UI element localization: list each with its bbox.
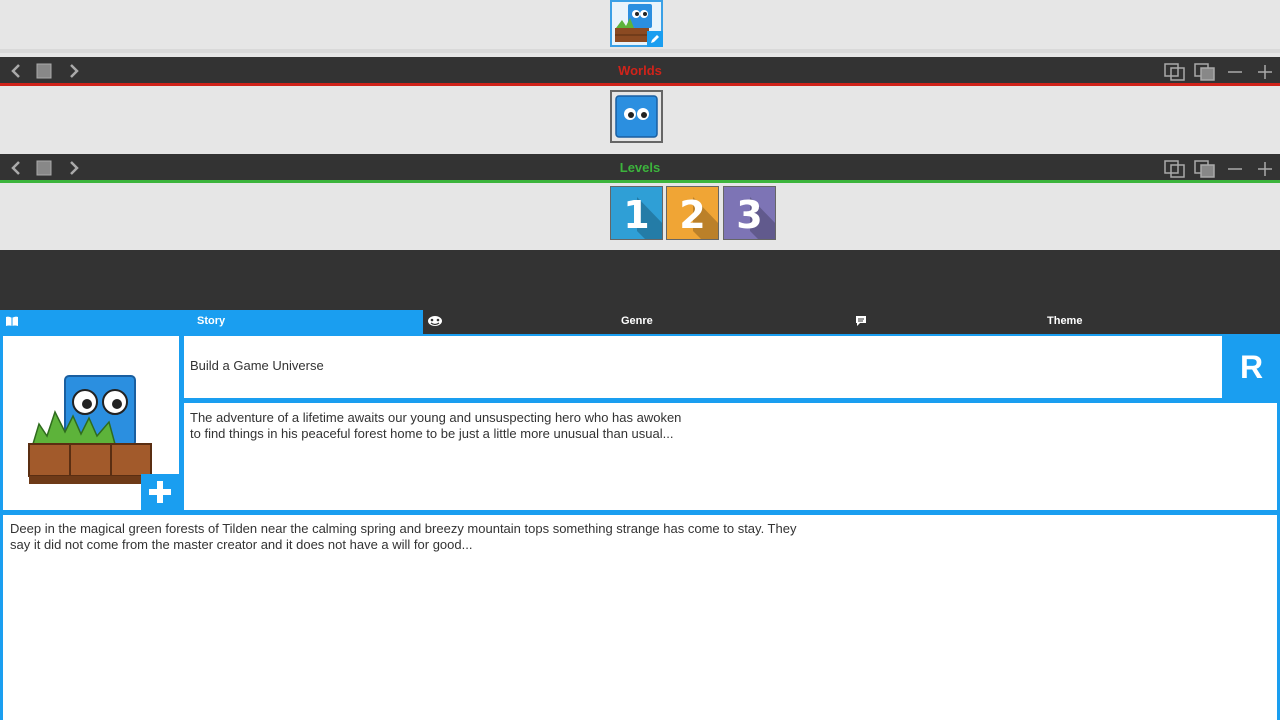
- copy-level-button[interactable]: [1164, 160, 1186, 178]
- tab-theme[interactable]: Theme: [853, 310, 1280, 334]
- canvas-area: [0, 250, 1280, 310]
- add-level-button[interactable]: [1254, 160, 1276, 178]
- story-summary-field[interactable]: The adventure of a lifetime awaits our y…: [184, 403, 1277, 510]
- duplicate-icon: [1194, 160, 1215, 178]
- plus-icon: [149, 481, 171, 503]
- duplicate-world-button[interactable]: [1194, 63, 1216, 81]
- randomize-button[interactable]: R: [1223, 336, 1280, 398]
- plus-icon: [1258, 65, 1272, 79]
- universe-strip: [0, 0, 1280, 57]
- worlds-strip: [0, 86, 1280, 154]
- speech-bubble-icon: [856, 316, 866, 326]
- level-1-label: 1: [623, 193, 650, 237]
- worlds-title: Worlds: [618, 63, 662, 78]
- hero-face-icon: [615, 95, 658, 138]
- book-icon: [6, 316, 18, 326]
- universe-thumbnail[interactable]: [610, 0, 663, 47]
- duplicate-icon: [1194, 63, 1215, 81]
- add-image-button[interactable]: [141, 474, 179, 510]
- levels-title: Levels: [619, 160, 661, 175]
- minus-icon: [1228, 168, 1242, 170]
- copy-icon: [1164, 160, 1185, 178]
- minus-icon: [1228, 71, 1242, 73]
- remove-world-button[interactable]: [1224, 63, 1246, 81]
- edit-icon[interactable]: [647, 31, 663, 47]
- level-2-label: 2: [679, 193, 706, 237]
- story-body-field[interactable]: Deep in the magical green forests of Til…: [3, 515, 1277, 720]
- levels-toolbar: Levels: [0, 154, 1280, 183]
- duplicate-level-button[interactable]: [1194, 160, 1216, 178]
- tab-story[interactable]: Story: [0, 310, 423, 334]
- story-editor: Build a Game Universe R The adventure of…: [0, 334, 1280, 720]
- hero-illustration: [28, 375, 152, 484]
- tab-story-label: Story: [197, 315, 226, 327]
- add-world-button[interactable]: [1254, 63, 1276, 81]
- strip-divider: [0, 49, 1280, 53]
- remove-level-button[interactable]: [1224, 160, 1246, 178]
- level-2-tile[interactable]: 2: [666, 186, 719, 240]
- masks-icon: [428, 316, 442, 326]
- tab-theme-label: Theme: [1047, 315, 1083, 327]
- tab-genre[interactable]: Genre: [423, 310, 853, 334]
- plus-icon: [1258, 162, 1272, 176]
- level-3-label: 3: [736, 193, 763, 237]
- story-title-field[interactable]: Build a Game Universe: [184, 336, 1222, 398]
- worlds-toolbar: Worlds: [0, 57, 1280, 86]
- level-1-tile[interactable]: 1: [610, 186, 663, 240]
- level-3-tile[interactable]: 3: [723, 186, 776, 240]
- world-thumbnail[interactable]: [610, 90, 663, 143]
- copy-world-button[interactable]: [1164, 63, 1186, 81]
- copy-icon: [1164, 63, 1185, 81]
- tab-genre-label: Genre: [621, 315, 653, 327]
